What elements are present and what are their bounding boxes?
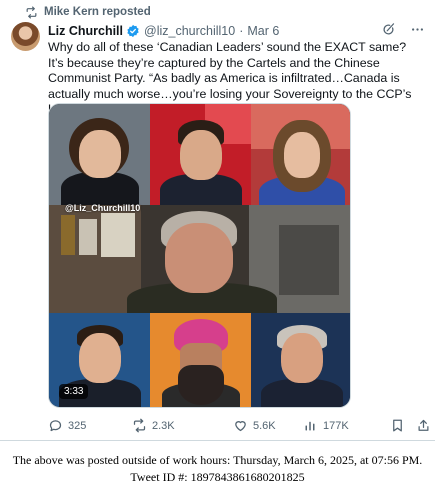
bookmark-button[interactable] bbox=[390, 418, 405, 433]
views-icon bbox=[305, 421, 315, 431]
like-button[interactable]: 5.6K bbox=[233, 418, 276, 433]
share-icon bbox=[418, 419, 429, 431]
video-frame-tile bbox=[251, 313, 350, 407]
repost-count: 2.3K bbox=[152, 419, 175, 432]
action-bar: 325 2.3K 5.6K 177K bbox=[48, 418, 431, 436]
view-count: 177K bbox=[323, 419, 349, 432]
author-name[interactable]: Liz Churchill bbox=[48, 24, 123, 38]
media-handle-overlay: @Liz_Churchill10 bbox=[65, 203, 141, 213]
posting-time-note: The above was posted outside of work hou… bbox=[0, 452, 435, 486]
repost-button[interactable]: 2.3K bbox=[132, 418, 175, 433]
footer-line-2: Tweet ID #: 1897843861680201825 bbox=[130, 470, 305, 484]
video-media[interactable]: @Liz_Churchill10 3:33 bbox=[48, 103, 351, 408]
tweet-date[interactable]: Mar 6 bbox=[247, 24, 279, 38]
repost-label: Mike Kern reposted bbox=[44, 6, 151, 18]
tweet-card[interactable]: Mike Kern reposted Liz Churchill @liz_ch… bbox=[0, 0, 435, 441]
verified-badge-icon bbox=[127, 24, 139, 38]
share-button[interactable] bbox=[416, 418, 431, 433]
heart-icon bbox=[235, 421, 246, 432]
header-actions bbox=[381, 22, 425, 37]
video-duration: 3:33 bbox=[59, 384, 89, 399]
video-frame-tile bbox=[49, 104, 150, 205]
reply-icon bbox=[49, 420, 62, 432]
repost-icon bbox=[133, 418, 146, 433]
reply-button[interactable]: 325 bbox=[48, 418, 86, 433]
repost-indicator[interactable]: Mike Kern reposted bbox=[25, 4, 151, 20]
video-frame-tile bbox=[150, 313, 251, 407]
video-frame-tile bbox=[150, 104, 251, 205]
reply-count: 325 bbox=[68, 419, 87, 432]
author-handle[interactable]: @liz_churchill10 bbox=[144, 24, 235, 38]
tweet-header: Liz Churchill @liz_churchill10 · Mar 6 bbox=[48, 22, 279, 40]
avatar[interactable] bbox=[11, 22, 40, 51]
repost-icon bbox=[26, 5, 37, 19]
bookmark-icon bbox=[393, 419, 402, 432]
video-frame-tile bbox=[251, 104, 350, 205]
like-count: 5.6K bbox=[253, 419, 276, 432]
video-frame-tile bbox=[49, 205, 350, 313]
views-button[interactable]: 177K bbox=[303, 418, 349, 433]
grok-icon[interactable] bbox=[381, 22, 396, 37]
meta-separator: · bbox=[239, 24, 244, 38]
more-icon[interactable] bbox=[410, 22, 425, 37]
footer-line-1: The above was posted outside of work hou… bbox=[12, 453, 423, 467]
